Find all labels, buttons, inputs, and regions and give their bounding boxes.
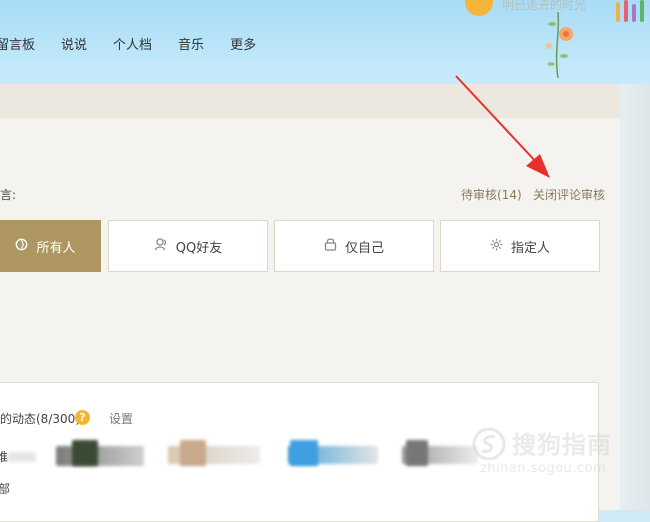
watermark-brand: 搜狗指南 bbox=[512, 431, 612, 459]
permission-option-label: 指定人 bbox=[510, 240, 550, 256]
help-icon[interactable]: ? bbox=[75, 410, 90, 425]
nav-item-guestbook[interactable]: 留言板 bbox=[0, 34, 35, 54]
nav-item-music[interactable]: 音乐 bbox=[178, 34, 204, 54]
watermark: 搜狗指南 zhinan.sogou.com bbox=[472, 425, 632, 485]
nav-item-profile[interactable]: 个人档 bbox=[113, 34, 152, 54]
lock-icon bbox=[324, 237, 337, 255]
feed-count-label: 的动态(8/300) bbox=[0, 412, 80, 426]
nav-item-shuoshuo[interactable]: 说说 bbox=[61, 34, 87, 54]
blurred-friend-avatar[interactable] bbox=[406, 440, 428, 466]
text-fragment: 部 bbox=[0, 482, 11, 496]
top-nav: 留言板 说说 个人档 音乐 更多 bbox=[0, 34, 282, 54]
permission-option-label: QQ好友 bbox=[175, 240, 223, 256]
permission-option-label: 所有人 bbox=[36, 240, 76, 256]
text-fragment: 谁 bbox=[0, 450, 9, 464]
permission-option-label: 仅自己 bbox=[344, 240, 384, 256]
permission-option-everyone[interactable]: 所有人 bbox=[0, 220, 101, 272]
feed-settings-link[interactable]: 设置 bbox=[109, 410, 133, 427]
watermark-url: zhinan.sogou.com bbox=[480, 461, 607, 476]
blurred-friend-avatar[interactable] bbox=[180, 440, 206, 466]
blurred-friend-avatar[interactable] bbox=[290, 440, 318, 466]
globe-icon bbox=[15, 238, 28, 255]
blurred-friend-avatar[interactable] bbox=[56, 446, 144, 466]
sogou-logo-icon bbox=[472, 427, 506, 461]
friend-icon bbox=[154, 237, 168, 255]
permission-option-only-me[interactable]: 仅自己 bbox=[274, 220, 434, 272]
gear-icon bbox=[490, 238, 503, 255]
decorative-bars bbox=[614, 0, 650, 22]
flower-decoration-icon bbox=[546, 12, 573, 78]
annotation-arrow-icon bbox=[455, 75, 550, 178]
nav-item-more[interactable]: 更多 bbox=[230, 34, 256, 54]
permission-option-specific-people[interactable]: 指定人 bbox=[440, 220, 600, 272]
blurred-friend-avatar[interactable] bbox=[72, 440, 98, 466]
blurred-friend-name bbox=[8, 452, 36, 462]
permission-label: 言: bbox=[0, 188, 17, 202]
permission-option-qq-friends[interactable]: QQ好友 bbox=[108, 220, 268, 272]
